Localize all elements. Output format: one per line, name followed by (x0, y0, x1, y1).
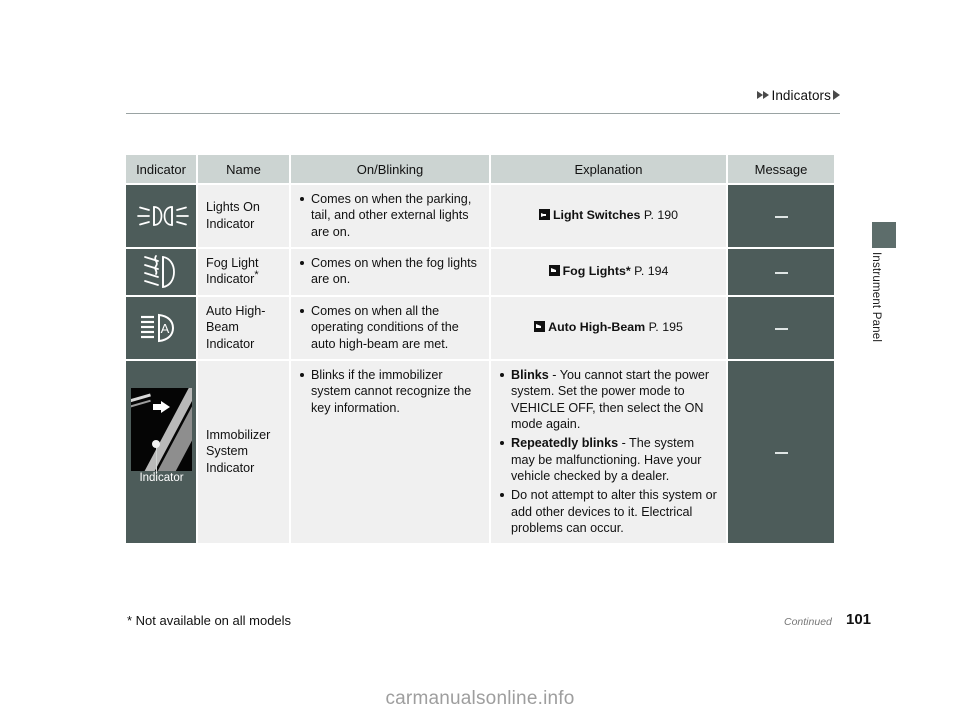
column-header-explanation: Explanation (490, 155, 728, 185)
cross-reference-page: P. 195 (648, 320, 683, 335)
on-blinking-list: Comes on when the parking, tail, and oth… (299, 191, 481, 240)
asterisk-marker: * (254, 269, 259, 282)
bullet-bold-lead: Repeatedly blinks (511, 436, 619, 451)
on-blinking-cell: Comes on when the parking, tail, and oth… (290, 184, 491, 250)
auto-high-beam-indicator-icon-cell: A (126, 295, 198, 361)
message-dash (774, 452, 788, 455)
immobilizer-system-photo: Indicator (126, 361, 197, 501)
list-item: Comes on when the fog lights are on. (299, 255, 481, 288)
cross-reference-link[interactable]: Light Switches P. 190 (538, 207, 679, 223)
cross-reference-link[interactable]: Fog Lights* P. 194 (548, 263, 669, 279)
message-cell (727, 359, 834, 544)
list-item: Repeatedly blinks - The system may be ma… (499, 435, 718, 484)
indicator-name-line1: Fog Light (206, 256, 259, 271)
indicator-name-cell: Fog Light Indicator* (197, 248, 291, 297)
explanation-cell: Light Switches P. 190 (490, 184, 728, 250)
page-number: 101 (846, 611, 872, 628)
explanation-cell: Fog Lights* P. 194 (490, 248, 728, 297)
table-row: Indicator Immobilizer System Indicator B… (126, 359, 834, 544)
fog-light-indicator-icon-cell (126, 248, 198, 297)
table-row: A Auto High-Beam Indicator Comes on when… (126, 295, 834, 361)
auto-high-beam-indicator-icon: A (141, 313, 175, 342)
indicator-name-line2: Indicator* (206, 269, 259, 287)
cross-reference-link[interactable]: Auto High-Beam P. 195 (534, 319, 683, 335)
indicator-name-line2: Indicator (206, 336, 255, 351)
on-blinking-list: Comes on when all the operating conditio… (299, 303, 481, 352)
on-blinking-cell: Comes on when all the operating conditio… (290, 295, 491, 361)
list-item: Blinks - You cannot start the power syst… (499, 367, 718, 432)
on-blinking-list: Blinks if the immobilizer system cannot … (299, 367, 481, 416)
cross-reference-label: Auto High-Beam (548, 320, 646, 335)
cross-reference-label: Fog Lights* (562, 264, 631, 279)
indicator-name-line1: Immobilizer (206, 428, 271, 443)
on-blinking-list: Comes on when the fog lights are on. (299, 255, 481, 288)
indicator-name-cell: Immobilizer System Indicator (197, 359, 291, 544)
header-divider (126, 113, 840, 114)
on-blinking-cell: Comes on when the fog lights are on. (290, 248, 491, 297)
explanation-cell: Blinks - You cannot start the power syst… (490, 359, 728, 544)
on-blinking-cell: Blinks if the immobilizer system cannot … (290, 359, 491, 544)
column-header-on-blinking: On/Blinking (290, 155, 491, 185)
indicators-table: Indicator Name On/Blinking Explanation M… (126, 155, 834, 544)
table-row: Fog Light Indicator* Comes on when the f… (126, 248, 834, 297)
jump-arrow-icon (534, 321, 546, 333)
section-tab-marker (872, 222, 896, 248)
column-header-message: Message (727, 155, 834, 185)
table-header-row: Indicator Name On/Blinking Explanation M… (126, 155, 834, 185)
message-cell (727, 295, 834, 361)
explanation-cell: Auto High-Beam P. 195 (490, 295, 728, 361)
jump-arrow-icon (548, 265, 560, 277)
indicator-name-line1: Lights On (206, 200, 260, 215)
message-dash (774, 272, 788, 275)
jump-arrow-icon (538, 209, 550, 221)
indicator-name-line1: Auto High-Beam (206, 303, 266, 335)
section-tab-label: Instrument Panel (870, 252, 882, 343)
photo-caption: Indicator (139, 471, 184, 484)
message-dash (774, 328, 788, 331)
site-watermark: carmanualsonline.info (385, 688, 575, 709)
list-item: Blinks if the immobilizer system cannot … (299, 367, 481, 416)
cross-reference-label: Light Switches (552, 208, 641, 223)
lights-on-indicator-icon-cell (126, 184, 198, 250)
breadcrumb-label: Indicators (771, 88, 831, 103)
breadcrumb: Indicators (0, 88, 840, 103)
fog-light-indicator-icon (144, 255, 175, 288)
footnote: * Not available on all models (127, 613, 292, 628)
immobilizer-system-photo-cell: Indicator (126, 359, 198, 544)
callout-dot (152, 439, 160, 448)
photo-arrow-icon (161, 400, 170, 413)
message-dash (774, 216, 788, 219)
indicator-name-cell: Auto High-Beam Indicator (197, 295, 291, 361)
indicator-name-cell: Lights On Indicator (197, 184, 291, 250)
callout-line (155, 444, 157, 474)
list-item: Do not attempt to alter this system or a… (499, 487, 718, 536)
indicator-name-line2: Indicator (206, 216, 255, 231)
breadcrumb-arrow-icon (833, 90, 840, 101)
list-item: Comes on when all the operating conditio… (299, 303, 481, 352)
continued-label: Continued (784, 616, 832, 628)
column-header-name: Name (197, 155, 291, 185)
message-cell (727, 184, 834, 250)
indicator-name-line2: System Indicator (206, 444, 255, 475)
column-header-indicator: Indicator (126, 155, 198, 185)
message-cell (727, 248, 834, 297)
cross-reference-page: P. 194 (634, 264, 669, 279)
bullet-text: Do not attempt to alter this system or a… (511, 488, 717, 536)
svg-text:A: A (161, 321, 170, 336)
table-row: Lights On Indicator Comes on when the pa… (126, 184, 834, 250)
dashboard-photo (131, 387, 192, 471)
list-item: Comes on when the parking, tail, and oth… (299, 191, 481, 240)
explanation-list: Blinks - You cannot start the power syst… (499, 367, 718, 537)
bullet-bold-lead: Blinks (511, 367, 549, 382)
cross-reference-page: P. 190 (643, 208, 679, 223)
breadcrumb-arrow-icon (763, 91, 770, 100)
lights-on-indicator-icon (137, 206, 189, 226)
